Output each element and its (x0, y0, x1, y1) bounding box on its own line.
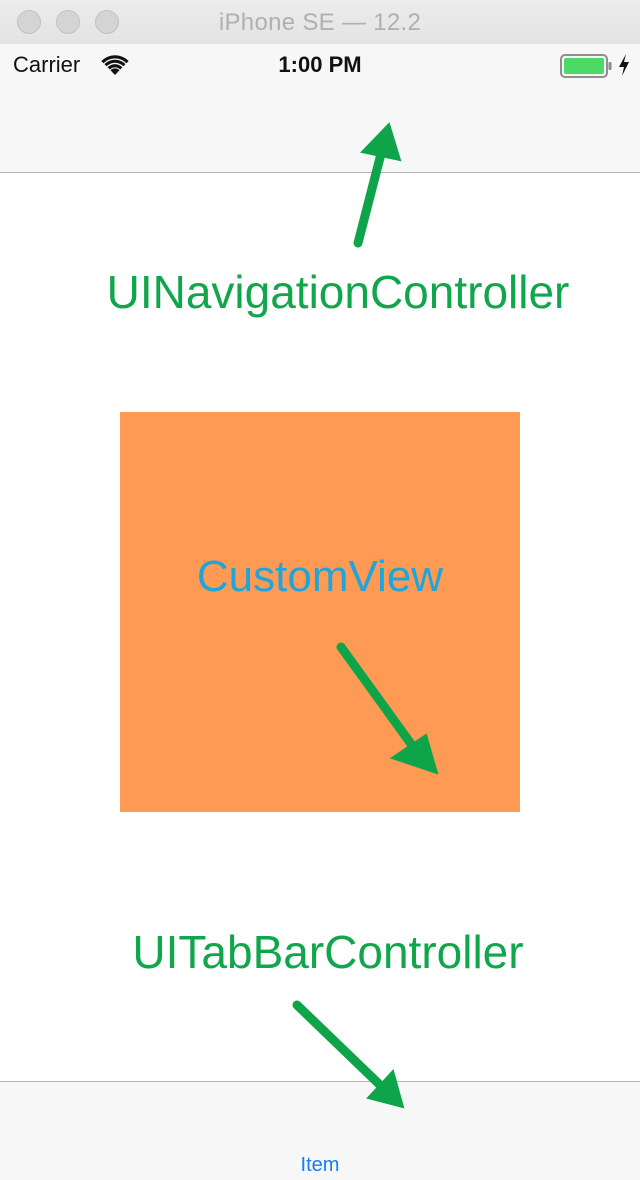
custom-view-label: CustomView (196, 552, 444, 601)
custom-view: CustomView (120, 412, 520, 812)
tab-bar: Item (0, 1081, 640, 1180)
main-content: UINavigationController CustomView UITabB… (0, 173, 640, 1081)
battery-charging-icon (560, 54, 612, 78)
tab-item[interactable]: Item (280, 1154, 360, 1177)
simulator-title-bar: iPhone SE — 12.2 (0, 0, 640, 45)
window-title: iPhone SE — 12.2 (218, 9, 422, 36)
navigation-bar (0, 84, 640, 173)
status-bar: Carrier 1:00 PM (0, 44, 640, 84)
status-time: 1:00 PM (278, 52, 362, 77)
simulator-screen: iPhone SE — 12.2 Carrier 1:00 PM UINavig… (0, 0, 640, 1180)
navigation-controller-label: UINavigationController (106, 266, 570, 318)
charging-bolt-icon (619, 54, 629, 76)
tab-bar-controller-label: UITabBarController (132, 926, 524, 978)
